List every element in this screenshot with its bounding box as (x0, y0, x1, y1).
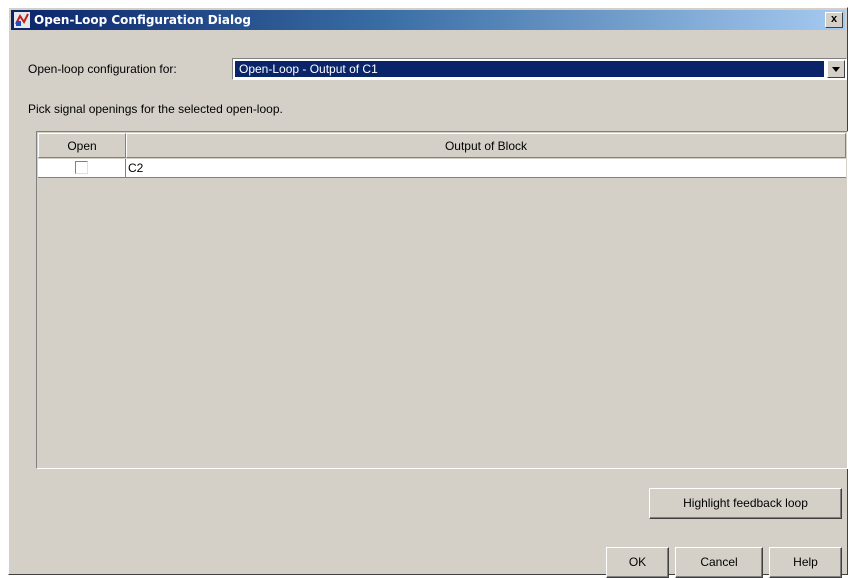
config-label: Open-loop configuration for: (28, 62, 177, 76)
open-loop-select-value: Open-Loop - Output of C1 (235, 61, 824, 77)
column-header-output[interactable]: Output of Block (126, 133, 846, 158)
open-checkbox[interactable] (75, 161, 88, 174)
title-bar[interactable]: Open-Loop Configuration Dialog x (11, 10, 845, 30)
window-title: Open-Loop Configuration Dialog (34, 13, 251, 27)
open-loop-select[interactable]: Open-Loop - Output of C1 (232, 58, 847, 80)
signal-openings-table: Open Output of Block C2 (36, 131, 848, 469)
help-button[interactable]: Help (769, 547, 842, 578)
open-cell (38, 159, 126, 177)
close-icon[interactable]: x (825, 12, 843, 28)
highlight-feedback-loop-button[interactable]: Highlight feedback loop (649, 488, 842, 519)
output-cell: C2 (128, 161, 144, 175)
app-icon (14, 12, 30, 28)
dialog-window: Open-Loop Configuration Dialog x Open-lo… (8, 7, 848, 578)
chevron-down-icon[interactable] (827, 60, 845, 78)
column-header-open[interactable]: Open (38, 133, 126, 158)
ok-button[interactable]: OK (606, 547, 669, 578)
instruction-text: Pick signal openings for the selected op… (28, 102, 283, 116)
table-row[interactable]: C2 (38, 159, 846, 178)
cancel-button[interactable]: Cancel (675, 547, 763, 578)
table-header: Open Output of Block (38, 133, 846, 158)
